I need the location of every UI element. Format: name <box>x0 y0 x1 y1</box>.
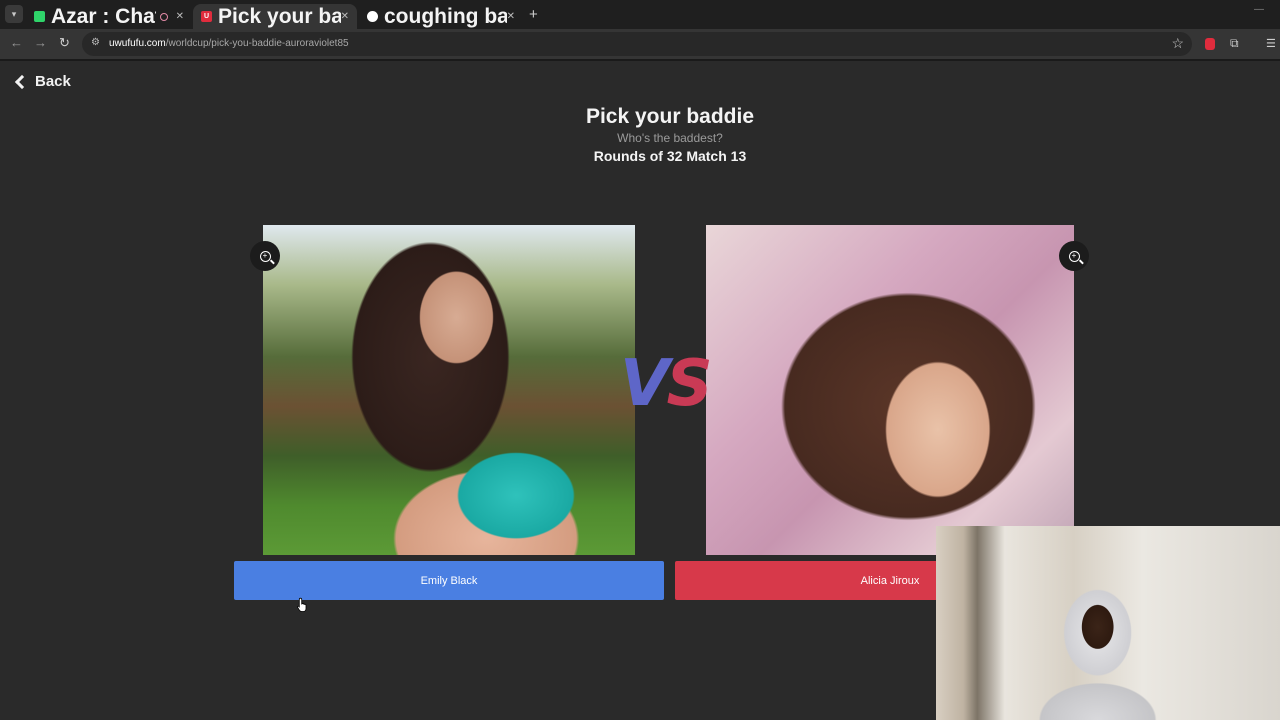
tab-close-icon[interactable]: ✕ <box>507 11 515 22</box>
choose-left-button[interactable]: Emily Black <box>234 561 664 600</box>
tab-azar[interactable]: Azar : Chat vidéo avec de n ✕ <box>26 4 192 29</box>
left-candidate-photo[interactable] <box>263 225 635 555</box>
back-label: Back <box>35 73 71 90</box>
google-favicon-icon <box>367 11 378 22</box>
back-arrow-icon[interactable]: ← <box>10 35 23 50</box>
recording-icon <box>159 12 168 21</box>
tab-strip: ▾ Azar : Chat vidéo avec de n ✕ U Pick y… <box>0 0 1280 29</box>
tab-title: Azar : Chat vidéo avec de n <box>51 4 156 28</box>
back-link[interactable]: Back <box>14 73 71 90</box>
tab-close-icon[interactable]: ✕ <box>341 11 349 22</box>
chevron-left-icon <box>14 74 30 89</box>
tab-google[interactable]: coughing baby vs hydrogen bo ✕ <box>359 4 523 29</box>
side-panel-icon[interactable]: ☰ <box>1266 37 1276 50</box>
bookmark-star-icon[interactable]: ☆ <box>1171 35 1184 52</box>
zoom-in-icon[interactable]: + <box>250 241 280 271</box>
page-subtitle: Who's the baddest? <box>617 131 723 145</box>
extensions-puzzle-icon[interactable]: ⧉ <box>1230 36 1239 51</box>
site-settings-icon[interactable]: ⚙ <box>91 37 100 48</box>
toolbar-divider <box>0 59 1280 61</box>
round-info: Rounds of 32 Match 13 <box>593 148 747 164</box>
zoom-in-icon[interactable]: + <box>1059 241 1089 271</box>
url-text[interactable]: uwufufu.com/worldcup/pick-you-baddie-aur… <box>109 38 349 49</box>
forward-arrow-icon[interactable]: → <box>34 35 47 50</box>
tab-search-button[interactable]: ▾ <box>5 5 23 23</box>
extension-icon[interactable] <box>1205 38 1215 50</box>
browser-toolbar: ← → ↻ ⚙ uwufufu.com/worldcup/pick-you-ba… <box>0 29 1280 59</box>
minimize-icon[interactable]: — <box>1254 4 1264 15</box>
webcam-overlay <box>936 526 1280 720</box>
tab-title: Pick your baddie | UwUFUFU <box>218 4 341 28</box>
page-title: Pick your baddie <box>585 105 755 128</box>
vs-label: VS <box>620 347 713 421</box>
address-bar[interactable]: ⚙ uwufufu.com/worldcup/pick-you-baddie-a… <box>82 32 1192 56</box>
tab-uwufufu[interactable]: U Pick your baddie | UwUFUFU ✕ <box>193 4 357 29</box>
azar-favicon-icon <box>34 11 45 22</box>
tab-close-icon[interactable]: ✕ <box>176 11 184 22</box>
right-candidate-photo[interactable] <box>706 225 1074 555</box>
mouse-pointer-icon <box>297 597 307 612</box>
new-tab-button[interactable]: + <box>529 6 538 23</box>
tab-title: coughing baby vs hydrogen bo <box>384 4 507 28</box>
uwufufu-favicon-icon: U <box>201 11 212 22</box>
reload-icon[interactable]: ↻ <box>59 35 70 51</box>
